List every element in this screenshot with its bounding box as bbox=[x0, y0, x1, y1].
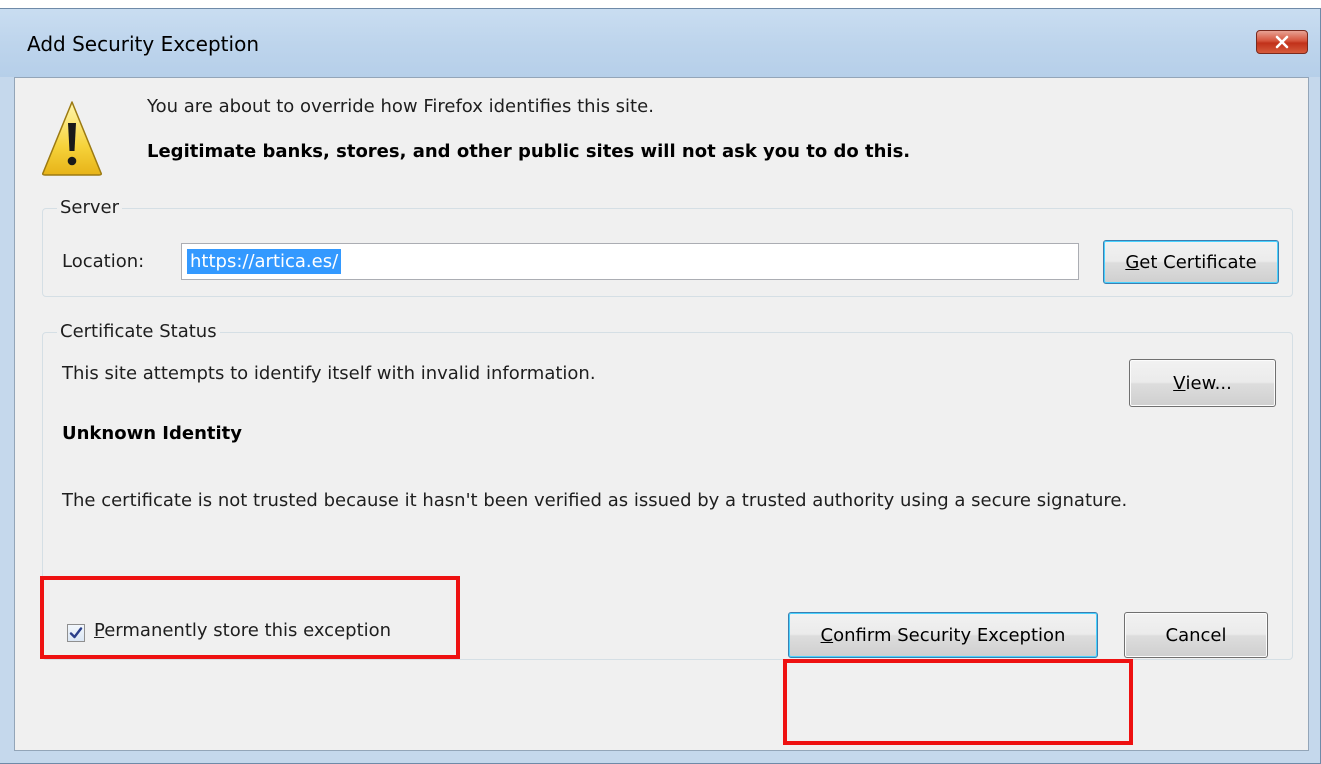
close-x-icon bbox=[1275, 35, 1289, 49]
location-value: https://artica.es/ bbox=[187, 249, 342, 274]
view-label: iew... bbox=[1185, 372, 1232, 394]
get-certificate-button[interactable]: Get Certificate bbox=[1103, 240, 1279, 284]
warning-message: You are about to override how Firefox id… bbox=[147, 96, 654, 117]
view-accel: V bbox=[1173, 372, 1186, 394]
server-legend: Server bbox=[57, 197, 123, 218]
status-summary: This site attempts to identify itself wi… bbox=[62, 363, 596, 384]
view-button[interactable]: View... bbox=[1129, 359, 1276, 407]
close-button[interactable] bbox=[1256, 30, 1308, 54]
location-label: Location: bbox=[62, 251, 145, 272]
location-input[interactable]: https://artica.es/ bbox=[181, 243, 1079, 280]
warning-triangle-icon bbox=[42, 101, 102, 176]
dialog-title: Add Security Exception bbox=[27, 32, 259, 56]
highlight-box-confirm bbox=[783, 659, 1133, 745]
get-certificate-accel: G bbox=[1125, 251, 1140, 273]
highlight-box-checkbox bbox=[40, 576, 460, 659]
confirm-security-exception-button[interactable]: Confirm Security Exception bbox=[788, 612, 1098, 658]
confirm-label: onfirm Security Exception bbox=[833, 624, 1066, 646]
warning-emphasis: Legitimate banks, stores, and other publ… bbox=[147, 141, 911, 162]
identity-heading: Unknown Identity bbox=[62, 423, 243, 444]
title-bar: Add Security Exception bbox=[0, 9, 1320, 77]
certificate-status-legend: Certificate Status bbox=[57, 321, 220, 342]
identity-detail: The certificate is not trusted because i… bbox=[62, 490, 1128, 511]
cancel-label: Cancel bbox=[1165, 624, 1227, 646]
server-group: Server Location: https://artica.es/ Get … bbox=[42, 197, 1293, 297]
get-certificate-label: et Certificate bbox=[1139, 251, 1257, 273]
cancel-button[interactable]: Cancel bbox=[1124, 612, 1268, 658]
confirm-accel: C bbox=[820, 624, 834, 646]
